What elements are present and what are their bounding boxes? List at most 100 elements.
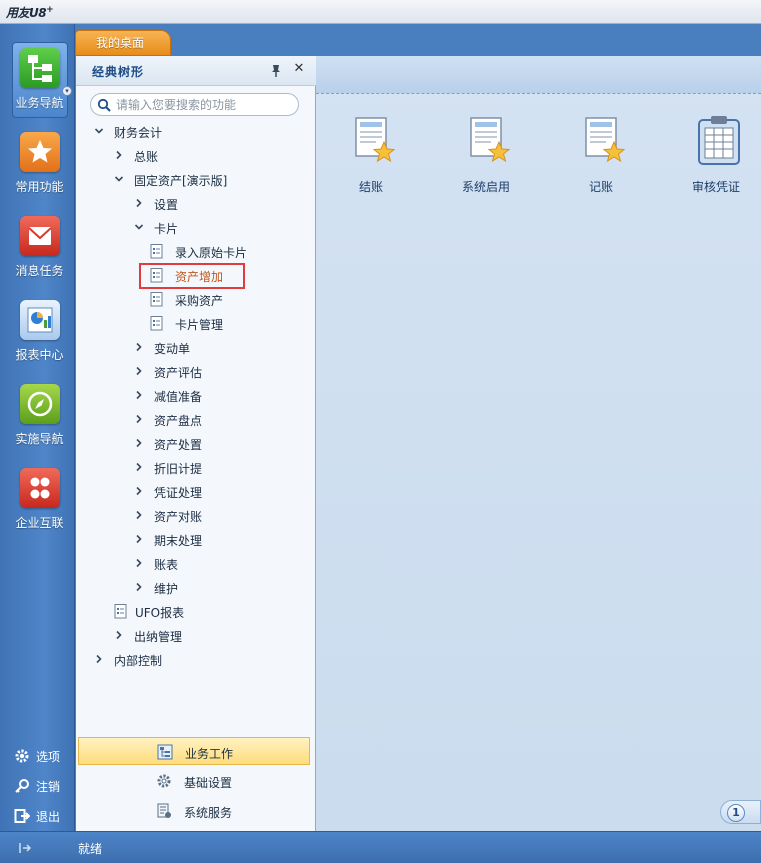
system-service-button[interactable]: 系统服务 <box>78 797 310 825</box>
tree-folder-item[interactable]: 资产对账 <box>134 505 312 527</box>
tree-folder-item[interactable]: 财务会计 <box>94 121 312 143</box>
chevron-right-icon[interactable] <box>134 390 144 400</box>
tree-folder-item[interactable]: 内部控制 <box>94 649 312 671</box>
chevron-down-icon[interactable] <box>134 222 144 232</box>
search-input[interactable] <box>116 97 291 113</box>
nav-label: 业务导航 <box>15 96 64 110</box>
calculator-clipboard-icon <box>698 116 740 165</box>
chevron-right-icon[interactable] <box>134 414 144 424</box>
business-work-label: 业务工作 <box>185 747 234 761</box>
search-icon <box>97 98 111 112</box>
page-number: 1 <box>727 804 745 822</box>
nav-implementation[interactable]: 实施导航 <box>0 378 75 458</box>
tree-folder-item[interactable]: 资产盘点 <box>134 409 312 431</box>
chevron-right-icon[interactable] <box>134 534 144 544</box>
search-box[interactable] <box>90 93 299 116</box>
tree-folder-item[interactable]: 资产处置 <box>134 433 312 455</box>
document-star-icon <box>355 117 396 163</box>
pin-icon[interactable] <box>269 64 283 78</box>
status-bar: 就绪 <box>0 831 761 863</box>
chevron-right-icon[interactable] <box>134 438 144 448</box>
chevron-right-icon[interactable] <box>114 150 124 160</box>
document-star-icon <box>585 117 626 163</box>
tree-folder-item[interactable]: 出纳管理 <box>114 625 312 647</box>
left-nav-rail: ▾ 业务导航 常用功能 消息任务 报表中心 实施导航 企业互联 选项 注销 退出 <box>0 24 75 831</box>
desktop-shortcut[interactable]: 系统启用 <box>441 114 531 194</box>
tree-folder-item[interactable]: 凭证处理 <box>134 481 312 503</box>
tree-item-label: 设置 <box>154 198 179 212</box>
basic-settings-button[interactable]: 基础设置 <box>78 767 310 795</box>
system-service-label: 系统服务 <box>184 806 233 820</box>
tree-panel: 经典树形 ✕ 财务会计总账固定资产[演示版]设置卡片录入原始卡片资产增加采购资产… <box>76 56 316 831</box>
tree-folder-item[interactable]: 设置 <box>134 193 312 215</box>
close-icon[interactable]: ✕ <box>292 62 306 76</box>
envelope-icon <box>20 216 60 256</box>
tree-leaf-item[interactable]: 采购资产 <box>150 289 312 311</box>
tree-folder-item[interactable]: 资产评估 <box>134 361 312 383</box>
tree-item-label: 维护 <box>154 582 179 596</box>
app-title: 用友U8+ <box>6 5 54 20</box>
chevron-right-icon[interactable] <box>134 366 144 376</box>
chevron-down-icon[interactable] <box>114 174 124 184</box>
tree-item-label: 资产对账 <box>154 510 203 524</box>
page-indicator[interactable]: 1 <box>720 800 761 824</box>
tree-leaf-item[interactable]: 卡片管理 <box>150 313 312 335</box>
gear-icon <box>157 774 171 788</box>
document-gear-icon <box>157 803 171 818</box>
tree-item-label: 内部控制 <box>114 654 163 668</box>
exit-label: 退出 <box>36 810 61 824</box>
title-bar: 用友U8+ <box>0 0 761 24</box>
collapse-icon[interactable] <box>18 841 32 855</box>
nav-label: 报表中心 <box>15 348 64 362</box>
tab-my-desktop[interactable]: 我的桌面 <box>75 30 171 56</box>
nav-business-navigation[interactable]: ▾ 业务导航 <box>0 42 75 122</box>
options-label: 选项 <box>36 750 61 764</box>
tree-folder-item[interactable]: 账表 <box>134 553 312 575</box>
chevron-right-icon[interactable] <box>134 510 144 520</box>
tree-item-label: 卡片 <box>154 222 179 236</box>
tree-item-label: 资产处置 <box>154 438 203 452</box>
chevron-right-icon[interactable] <box>94 654 104 664</box>
tree-folder-item[interactable]: 变动单 <box>134 337 312 359</box>
nav-message-tasks[interactable]: 消息任务 <box>0 210 75 290</box>
desktop-header-band <box>316 56 761 94</box>
tree-folder-item[interactable]: 维护 <box>134 577 312 599</box>
chevron-right-icon[interactable] <box>134 342 144 352</box>
desktop-shortcut[interactable]: 审核凭证 <box>671 114 761 194</box>
tree-leaf-item[interactable]: 录入原始卡片 <box>150 241 312 263</box>
tree-folder-item[interactable]: 卡片 <box>134 217 312 239</box>
business-work-button[interactable]: 业务工作 <box>78 737 310 765</box>
selection-highlight-box <box>139 263 245 289</box>
tree-folder-item[interactable]: 减值准备 <box>134 385 312 407</box>
desktop-shortcut[interactable]: 记账 <box>556 114 646 194</box>
chevron-right-icon[interactable] <box>134 198 144 208</box>
tree-nav-icon <box>20 48 60 88</box>
tree-item-label: 财务会计 <box>114 126 163 140</box>
desktop-area: 结账 系统启用 记账 审核凭证 1 <box>316 56 761 831</box>
tree-item-label: 资产评估 <box>154 366 203 380</box>
tree-item-label: 折旧计提 <box>154 462 203 476</box>
link-icon <box>20 468 60 508</box>
desktop-shortcut[interactable]: 结账 <box>326 114 416 194</box>
nav-report-center[interactable]: 报表中心 <box>0 294 75 374</box>
tree-panel-header: 经典树形 ✕ <box>76 56 316 86</box>
tree-folder-item[interactable]: 固定资产[演示版] <box>114 169 312 191</box>
tree-folder-item[interactable]: 折旧计提 <box>134 457 312 479</box>
logout-label: 注销 <box>36 780 61 794</box>
tree-item-label: 采购资产 <box>175 294 224 308</box>
star-icon <box>20 132 60 172</box>
document-icon <box>150 292 163 307</box>
tree-panel-title: 经典树形 <box>92 65 145 79</box>
chevron-right-icon[interactable] <box>134 582 144 592</box>
tree-folder-item[interactable]: 期末处理 <box>134 529 312 551</box>
tree-leaf-item[interactable]: UFO报表 <box>114 601 312 623</box>
nav-enterprise-link[interactable]: 企业互联 <box>0 462 75 542</box>
tree-folder-item[interactable]: 总账 <box>114 145 312 167</box>
chevron-right-icon[interactable] <box>134 486 144 496</box>
chevron-right-icon[interactable] <box>134 558 144 568</box>
key-icon <box>15 779 29 793</box>
chevron-right-icon[interactable] <box>114 630 124 640</box>
chevron-down-icon[interactable] <box>94 126 104 136</box>
chevron-right-icon[interactable] <box>134 462 144 472</box>
nav-common-functions[interactable]: 常用功能 <box>0 126 75 206</box>
